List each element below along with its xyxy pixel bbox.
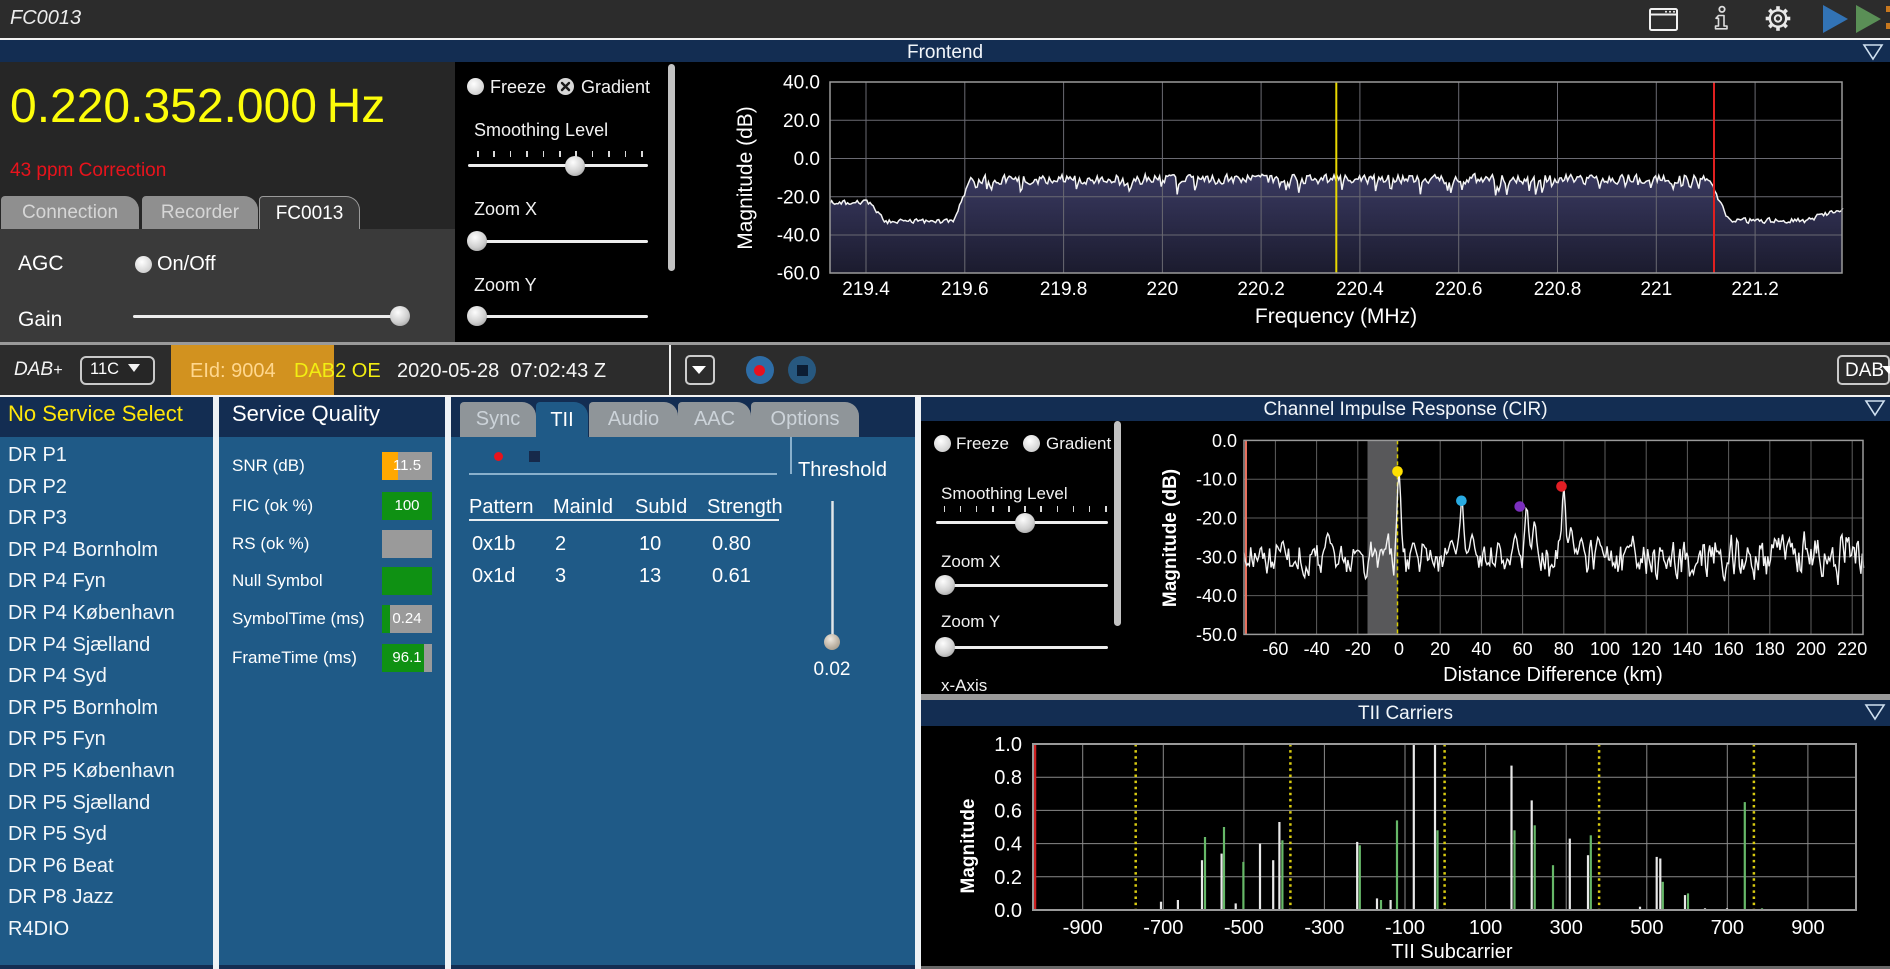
svg-text:140: 140 bbox=[1672, 639, 1702, 659]
svg-text:900: 900 bbox=[1791, 917, 1824, 939]
svg-text:220.6: 220.6 bbox=[1435, 279, 1483, 300]
svg-text:700: 700 bbox=[1711, 917, 1744, 939]
svg-text:20: 20 bbox=[1430, 639, 1450, 659]
svg-text:0.6: 0.6 bbox=[994, 800, 1022, 822]
svg-text:0: 0 bbox=[1394, 639, 1404, 659]
svg-text:Magnitude (dB): Magnitude (dB) bbox=[734, 106, 757, 250]
svg-text:-60.0: -60.0 bbox=[777, 264, 820, 285]
svg-text:Distance Difference (km): Distance Difference (km) bbox=[1443, 664, 1663, 686]
svg-text:Frequency (MHz): Frequency (MHz) bbox=[1255, 305, 1417, 328]
svg-text:-60: -60 bbox=[1262, 639, 1288, 659]
svg-text:0.2: 0.2 bbox=[994, 867, 1022, 889]
svg-text:0.4: 0.4 bbox=[994, 834, 1022, 856]
svg-text:-500: -500 bbox=[1224, 917, 1264, 939]
svg-text:-20.0: -20.0 bbox=[777, 187, 820, 208]
svg-text:0.8: 0.8 bbox=[994, 767, 1022, 789]
svg-text:-40.0: -40.0 bbox=[1196, 586, 1237, 606]
svg-text:300: 300 bbox=[1550, 917, 1583, 939]
svg-text:0.0: 0.0 bbox=[1212, 431, 1237, 451]
svg-text:160: 160 bbox=[1714, 639, 1744, 659]
svg-text:221.2: 221.2 bbox=[1731, 279, 1779, 300]
svg-text:500: 500 bbox=[1630, 917, 1663, 939]
svg-text:219.4: 219.4 bbox=[842, 279, 890, 300]
svg-text:TII Subcarrier: TII Subcarrier bbox=[1391, 941, 1512, 963]
svg-text:-10.0: -10.0 bbox=[1196, 470, 1237, 490]
svg-text:120: 120 bbox=[1631, 639, 1661, 659]
svg-text:20.0: 20.0 bbox=[783, 111, 820, 132]
svg-text:220.8: 220.8 bbox=[1534, 279, 1582, 300]
svg-text:200: 200 bbox=[1796, 639, 1826, 659]
svg-text:-40.0: -40.0 bbox=[777, 226, 820, 247]
svg-text:0.0: 0.0 bbox=[994, 900, 1022, 922]
svg-text:100: 100 bbox=[1590, 639, 1620, 659]
svg-text:-900: -900 bbox=[1063, 917, 1103, 939]
svg-text:60: 60 bbox=[1513, 639, 1533, 659]
svg-text:220: 220 bbox=[1837, 639, 1867, 659]
svg-text:219.8: 219.8 bbox=[1040, 279, 1088, 300]
svg-text:-100: -100 bbox=[1385, 917, 1425, 939]
svg-text:40.0: 40.0 bbox=[783, 73, 820, 94]
svg-text:80: 80 bbox=[1554, 639, 1574, 659]
svg-text:-20: -20 bbox=[1345, 639, 1371, 659]
svg-text:-700: -700 bbox=[1143, 917, 1183, 939]
svg-text:220.4: 220.4 bbox=[1336, 279, 1384, 300]
svg-text:40: 40 bbox=[1471, 639, 1491, 659]
svg-text:220.2: 220.2 bbox=[1237, 279, 1285, 300]
svg-text:221: 221 bbox=[1640, 279, 1672, 300]
svg-text:Magnitude: Magnitude bbox=[958, 799, 979, 894]
svg-text:0.0: 0.0 bbox=[794, 149, 820, 170]
svg-text:219.6: 219.6 bbox=[941, 279, 989, 300]
svg-text:-40: -40 bbox=[1304, 639, 1330, 659]
svg-text:Magnitude (dB): Magnitude (dB) bbox=[1160, 469, 1181, 607]
svg-text:-300: -300 bbox=[1304, 917, 1344, 939]
svg-text:1.0: 1.0 bbox=[994, 734, 1022, 756]
svg-text:100: 100 bbox=[1469, 917, 1502, 939]
svg-text:220: 220 bbox=[1147, 279, 1179, 300]
svg-text:-50.0: -50.0 bbox=[1196, 625, 1237, 645]
svg-text:-20.0: -20.0 bbox=[1196, 509, 1237, 529]
svg-text:-30.0: -30.0 bbox=[1196, 547, 1237, 567]
svg-text:180: 180 bbox=[1755, 639, 1785, 659]
